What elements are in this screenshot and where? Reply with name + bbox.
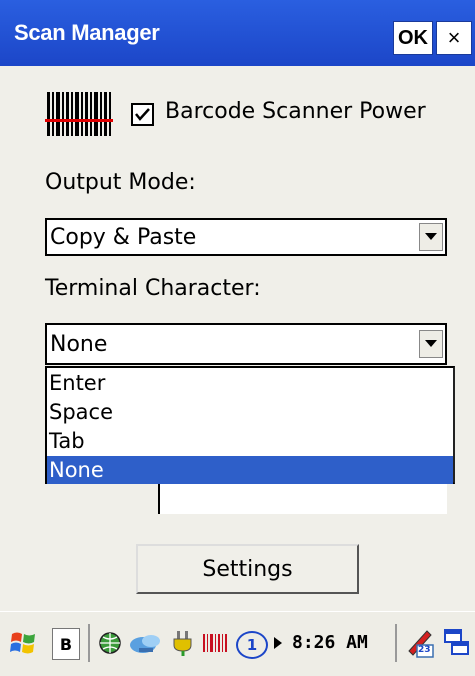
globe-icon[interactable] <box>96 626 124 660</box>
chevron-right-icon[interactable] <box>272 626 284 660</box>
power-checkbox-label[interactable]: Barcode Scanner Power <box>165 99 426 124</box>
close-button[interactable]: × <box>436 21 472 55</box>
divider <box>395 624 397 662</box>
calendar-day: 23 <box>418 645 431 655</box>
title-bar: Scan Manager OK × <box>0 0 475 66</box>
barcode-scanner-icon[interactable] <box>200 626 230 660</box>
terminal-character-dropdown: Enter Space Tab None <box>45 366 455 484</box>
output-mode-label: Output Mode: <box>45 170 196 195</box>
text-input[interactable] <box>158 484 447 514</box>
checkmark-icon <box>135 108 150 121</box>
input-method-button[interactable]: B <box>52 628 80 660</box>
output-mode-select[interactable]: Copy & Paste <box>45 218 447 256</box>
connectivity-icon[interactable] <box>128 626 164 660</box>
clock[interactable]: 8:26 AM <box>292 632 368 653</box>
windows-switch-icon[interactable] <box>441 626 473 660</box>
windows-flag-icon[interactable] <box>6 626 42 660</box>
battery-indicator[interactable]: 1 <box>236 631 268 659</box>
output-mode-value: Copy & Paste <box>50 225 197 250</box>
power-plug-icon[interactable] <box>170 626 198 660</box>
power-checkbox[interactable] <box>131 103 154 126</box>
ok-button[interactable]: OK <box>393 21 433 55</box>
calendar-pen-icon[interactable]: 23 <box>403 626 437 660</box>
terminal-character-value: None <box>50 332 108 357</box>
barcode-icon <box>45 90 113 138</box>
settings-button[interactable]: Settings <box>136 544 359 594</box>
terminal-character-label: Terminal Character: <box>45 276 261 301</box>
dropdown-option-enter[interactable]: Enter <box>47 369 453 397</box>
taskbar: B 1 8:26 AM 23 <box>0 611 475 676</box>
terminal-character-select[interactable]: None <box>45 323 447 365</box>
chevron-down-icon[interactable] <box>419 330 443 358</box>
divider <box>88 624 90 662</box>
dropdown-option-tab[interactable]: Tab <box>47 427 453 455</box>
dropdown-option-space[interactable]: Space <box>47 398 453 426</box>
window-title: Scan Manager <box>14 20 160 45</box>
chevron-down-icon[interactable] <box>419 223 443 251</box>
dropdown-option-none[interactable]: None <box>47 456 453 484</box>
